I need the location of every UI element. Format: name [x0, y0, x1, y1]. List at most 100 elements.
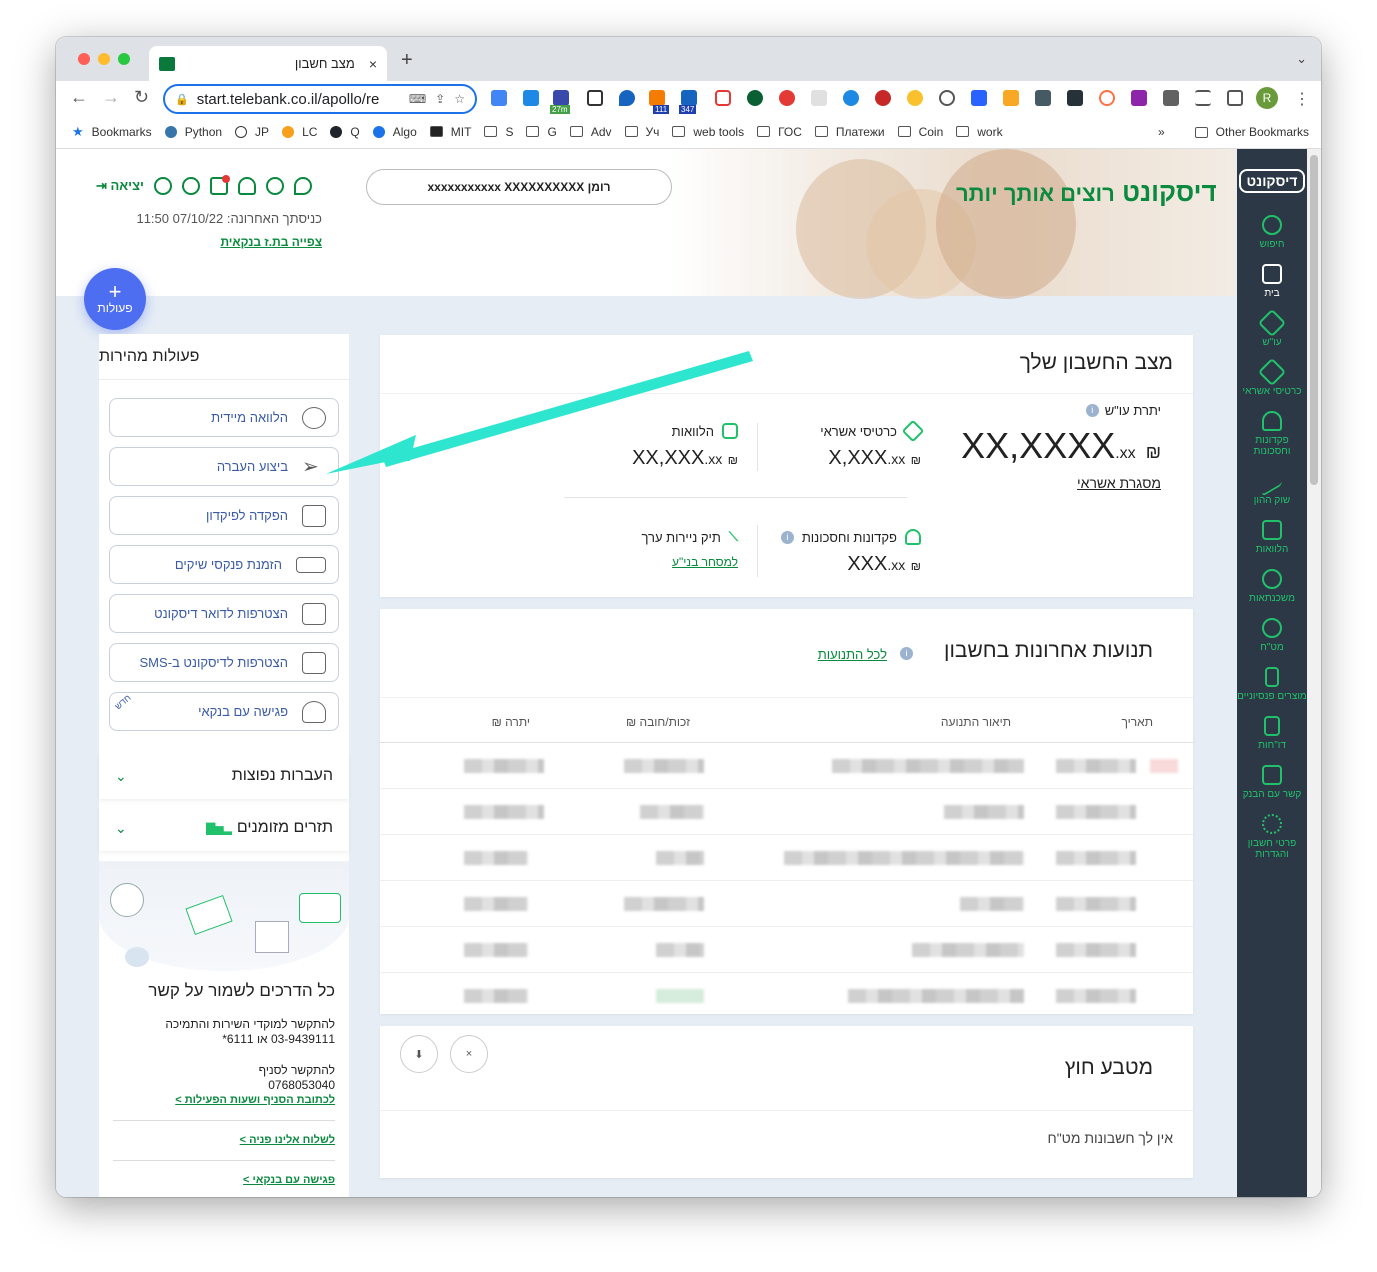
- extensions-puzzle-icon[interactable]: [1163, 90, 1179, 106]
- bell-icon[interactable]: [237, 177, 256, 195]
- extension-mn-icon[interactable]: [1131, 90, 1147, 106]
- bookmark-item[interactable]: Python: [164, 125, 222, 139]
- chat-icon[interactable]: [181, 177, 200, 195]
- back-icon[interactable]: ←: [70, 87, 88, 108]
- close-window-button[interactable]: [78, 53, 90, 65]
- extension-wifi-icon[interactable]: [681, 90, 697, 106]
- info-icon[interactable]: i: [900, 647, 913, 660]
- deposits-summary[interactable]: פקדונות וחסכונות i ₪ XXX.xx: [780, 529, 921, 576]
- discount-logo[interactable]: דיסקונט רוצים אותך יותר: [956, 177, 1217, 208]
- extension-pocket-icon[interactable]: [715, 90, 731, 106]
- extension-translate-icon[interactable]: [491, 90, 507, 106]
- extension-e-icon[interactable]: [779, 90, 795, 106]
- credit-cards-summary[interactable]: כרטיסי אשראי ₪ X,XXX.xx: [820, 419, 925, 470]
- extension-shield-icon[interactable]: [747, 90, 763, 106]
- more-bookmarks-button[interactable]: »: [1158, 125, 1165, 139]
- quick-action-instant-loan[interactable]: הלוואה מיידית: [109, 398, 339, 437]
- table-row[interactable]: [380, 743, 1193, 789]
- share-icon[interactable]: ⇪: [435, 92, 445, 106]
- close-icon[interactable]: ×: [450, 1035, 488, 1073]
- quick-action-sms[interactable]: הצטרפות לדיסקונט ב-SMS: [109, 643, 339, 682]
- quick-action-deposit[interactable]: הפקדה לפיקדון: [109, 496, 339, 535]
- table-row[interactable]: [380, 835, 1193, 881]
- all-transactions-link[interactable]: לכל התנועות: [818, 647, 887, 662]
- reading-list-icon[interactable]: [1195, 90, 1211, 106]
- bookmark-item[interactable]: Q: [330, 125, 360, 139]
- nav-item-search[interactable]: חיפוש: [1237, 215, 1307, 250]
- url-text[interactable]: start.telebank.co.il/apollo/re: [197, 91, 400, 108]
- nav-item-checking[interactable]: עו"ש: [1237, 308, 1307, 348]
- menu-kebab-icon[interactable]: ⋮: [1294, 89, 1310, 109]
- table-row[interactable]: [380, 973, 1193, 1019]
- actions-fab-button[interactable]: + פעולות: [84, 268, 146, 330]
- extension-globe-icon[interactable]: [843, 90, 859, 106]
- quick-action-banker-meeting[interactable]: חדש פגישה עם בנקאי: [109, 692, 339, 731]
- chevron-down-icon[interactable]: ⌄: [1296, 51, 1307, 67]
- scrollbar-thumb[interactable]: [1310, 155, 1318, 485]
- info-icon[interactable]: i: [1085, 404, 1099, 417]
- extension-check-icon[interactable]: [971, 90, 987, 106]
- extension-lt-icon[interactable]: [1067, 90, 1083, 106]
- securities-trade-link[interactable]: למסחר בני"ע: [641, 555, 738, 569]
- bookmark-folder[interactable]: Adv: [569, 125, 612, 139]
- table-row[interactable]: [380, 789, 1193, 835]
- bookmark-item[interactable]: JP: [235, 125, 269, 139]
- bookmark-item[interactable]: ★ Bookmarks: [72, 124, 152, 140]
- nav-item-deposits[interactable]: פקדונות וחסכונות: [1237, 411, 1307, 457]
- extension-drop-icon[interactable]: [619, 90, 635, 106]
- banker-meeting-link[interactable]: פגישה עם בנקאי >: [113, 1173, 335, 1188]
- bookmark-folder[interactable]: ГОС: [757, 125, 802, 139]
- quick-action-mail[interactable]: הצטרפות לדואר דיסקונט: [109, 594, 339, 633]
- extension-p-icon[interactable]: [1099, 90, 1115, 106]
- bookmark-item[interactable]: MIT: [429, 125, 471, 139]
- nav-logo[interactable]: דיסקונט: [1238, 169, 1306, 193]
- credit-line-link[interactable]: מסגרת אשראי: [1077, 475, 1161, 491]
- account-selector[interactable]: רומן xxxxxxxxxxx XXXXXXXXXX: [366, 169, 672, 205]
- tab-account-status[interactable]: מצב חשבון ×: [149, 46, 387, 81]
- mail-icon[interactable]: [209, 175, 230, 195]
- accessibility-icon[interactable]: [293, 177, 312, 195]
- extension-grid-icon[interactable]: [811, 90, 827, 106]
- quick-action-checkbook[interactable]: הזמנת פנקסי שיקים: [109, 545, 339, 584]
- nav-item-capital-market[interactable]: שוק ההון: [1237, 465, 1307, 506]
- send-message-link[interactable]: לשלוח אלינו פניה >: [113, 1133, 335, 1148]
- extension-pip-icon[interactable]: [587, 90, 603, 106]
- download-icon[interactable]: ⬇: [400, 1035, 438, 1073]
- globe-icon[interactable]: [153, 177, 172, 195]
- table-row[interactable]: [380, 881, 1193, 927]
- branch-address-link[interactable]: לכתובת הסניף ושעות הפעילות >: [113, 1093, 335, 1108]
- extension-circle-icon[interactable]: [939, 90, 955, 106]
- nav-item-reports[interactable]: דו"חות: [1237, 716, 1307, 751]
- info-icon[interactable]: i: [780, 530, 794, 544]
- forward-icon[interactable]: →: [102, 87, 120, 108]
- gear-icon[interactable]: [265, 177, 284, 195]
- extension-heart-icon[interactable]: [875, 90, 891, 106]
- extension-timer-icon[interactable]: [553, 90, 569, 106]
- extension-rss-icon[interactable]: [649, 90, 665, 106]
- bookmark-item[interactable]: Algo: [372, 125, 417, 139]
- logout-button[interactable]: יציאה ⇥: [96, 178, 144, 194]
- side-panel-icon[interactable]: [1227, 90, 1243, 106]
- bookmark-star-icon[interactable]: ☆: [454, 92, 465, 106]
- extension-puzzle-yellow-icon[interactable]: [1003, 90, 1019, 106]
- view-bank-id-link[interactable]: צפייה בת.ז בנקאית: [86, 235, 322, 249]
- nav-item-mortgages[interactable]: משכנתאות: [1237, 569, 1307, 604]
- nav-item-settings[interactable]: פרטי חשבון והגדרות: [1237, 814, 1307, 860]
- bookmark-folder[interactable]: web tools: [672, 125, 744, 139]
- reload-icon[interactable]: ↻: [134, 87, 149, 108]
- bookmark-folder[interactable]: Coin: [897, 125, 943, 139]
- new-tab-button[interactable]: +: [401, 49, 413, 72]
- translate-icon[interactable]: ⌨: [409, 92, 426, 106]
- nav-item-pension[interactable]: מוצרים פנסיוניים: [1237, 667, 1307, 702]
- bookmark-folder[interactable]: Уч: [624, 125, 659, 139]
- minimize-window-button[interactable]: [98, 53, 110, 65]
- bookmark-folder[interactable]: S: [484, 125, 513, 139]
- extension-window-icon[interactable]: [523, 90, 539, 106]
- quick-action-transfer[interactable]: ביצוע העברה ➢: [109, 447, 339, 486]
- page-scrollbar[interactable]: [1307, 149, 1321, 1197]
- bookmark-folder[interactable]: Платежи: [814, 125, 885, 139]
- other-bookmarks-folder[interactable]: Other Bookmarks: [1194, 125, 1309, 139]
- bookmark-item[interactable]: LC: [282, 125, 317, 139]
- bookmark-folder[interactable]: G: [526, 125, 557, 139]
- address-bar[interactable]: 🔒 start.telebank.co.il/apollo/re ⌨ ⇪ ☆: [163, 84, 477, 114]
